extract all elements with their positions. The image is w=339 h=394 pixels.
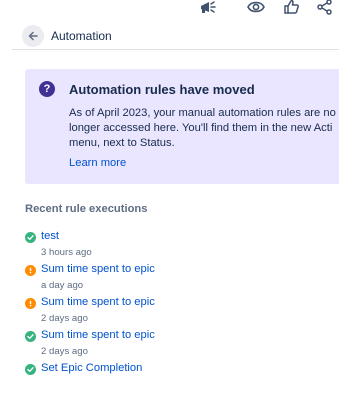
rule-link[interactable]: Sum time spent to epic bbox=[41, 329, 155, 341]
panel-header: Automation bbox=[22, 24, 112, 48]
execution-time: a day ago bbox=[41, 280, 84, 291]
execution-time: 2 days ago bbox=[41, 313, 88, 324]
panel-title: Automation bbox=[51, 29, 112, 43]
rule-link[interactable]: Set Epic Completion bbox=[41, 362, 142, 374]
success-check-icon bbox=[25, 364, 36, 375]
info-body-line: longer accessed here. You'll find them i… bbox=[69, 122, 333, 134]
recent-executions-heading: Recent rule executions bbox=[25, 203, 148, 215]
info-title: Automation rules have moved bbox=[69, 82, 255, 97]
arrow-left-icon bbox=[28, 31, 38, 41]
warning-icon bbox=[25, 265, 36, 276]
share-icon[interactable] bbox=[316, 0, 334, 15]
rule-link[interactable]: Sum time spent to epic bbox=[41, 296, 155, 308]
header-divider bbox=[12, 49, 339, 50]
rule-link[interactable]: test bbox=[41, 230, 59, 242]
info-section-message: ? Automation rules have moved As of Apri… bbox=[25, 69, 339, 184]
success-check-icon bbox=[25, 331, 36, 342]
question-circle-icon: ? bbox=[39, 81, 55, 97]
info-body-line: menu, next to Status. bbox=[69, 137, 175, 149]
warning-icon bbox=[25, 298, 36, 309]
execution-time: 2 days ago bbox=[41, 346, 88, 357]
announcement-icon[interactable] bbox=[199, 0, 217, 15]
success-check-icon bbox=[25, 232, 36, 243]
eye-icon[interactable] bbox=[247, 0, 265, 15]
execution-time: 3 hours ago bbox=[41, 247, 92, 258]
learn-more-link[interactable]: Learn more bbox=[69, 157, 126, 169]
automation-panel: Automation ? Automation rules have moved… bbox=[0, 0, 339, 394]
thumbs-up-icon[interactable] bbox=[283, 0, 301, 15]
back-button[interactable] bbox=[22, 25, 44, 47]
issue-actions-bar bbox=[0, 0, 339, 18]
info-body: As of April 2023, your manual automation… bbox=[69, 106, 339, 151]
rule-link[interactable]: Sum time spent to epic bbox=[41, 263, 155, 275]
info-body-line: As of April 2023, your manual automation… bbox=[69, 107, 336, 119]
